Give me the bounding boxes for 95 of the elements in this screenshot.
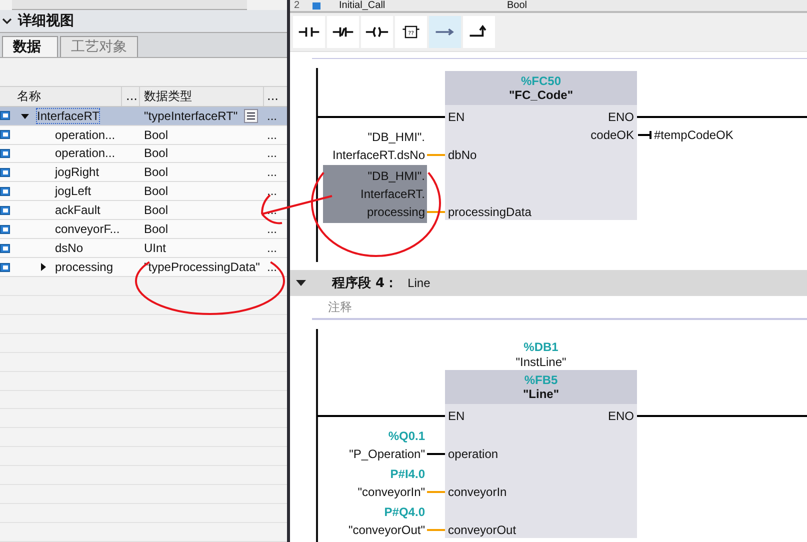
variable-name: InterfaceRT	[37, 108, 100, 123]
panel-title: 详细视图	[18, 12, 74, 30]
row-number: 2	[293, 0, 301, 10]
pin-label: processingData	[448, 204, 532, 221]
no-contact-button[interactable]	[293, 16, 325, 48]
pin-label: codeOK	[590, 127, 634, 144]
operand-text: "conveyorIn"	[358, 484, 425, 501]
table-row[interactable]: conveyorF... Bool ...	[0, 220, 287, 240]
close-branch-button[interactable]	[463, 16, 495, 48]
data-type: UInt	[144, 241, 166, 256]
collapse-triangle-icon[interactable]	[296, 279, 306, 287]
operand-text: InterfaceRT.dsNo	[332, 147, 425, 164]
more-text: ...	[266, 146, 278, 160]
wire	[638, 131, 652, 139]
operand[interactable]: %Q0.1 "P_Operation"	[343, 425, 427, 465]
operand-text: #tempCodeOK	[654, 127, 734, 144]
operand-address: P#I4.0	[390, 466, 425, 483]
horizontal-scrollbar[interactable]	[12, 0, 247, 10]
tab[interactable]: 数据	[2, 36, 58, 57]
table-row[interactable]: dsNo UInt ...	[0, 239, 287, 258]
block-name: "FC_Code"	[508, 88, 574, 102]
data-type: Bool	[144, 203, 168, 218]
more-text: ...	[266, 108, 278, 123]
tag-icon	[312, 2, 321, 10]
table-row[interactable]: InterfaceRT "typeInterfaceRT" ...	[0, 106, 287, 126]
collapse-triangle-icon[interactable]	[21, 112, 29, 120]
block-name: "Line"	[522, 387, 560, 401]
variable-name: dsNo	[55, 241, 84, 256]
instance-name: "InstLine"	[516, 355, 566, 370]
pin-label: ENO	[608, 109, 634, 126]
block-address: %FB5	[524, 373, 558, 387]
instance-address: %DB1	[524, 340, 558, 355]
operand[interactable]: P#I4.0 "conveyorIn"	[352, 463, 427, 503]
data-type: "typeInterfaceRT"	[144, 108, 238, 123]
more-text: ...	[266, 241, 278, 256]
network-header[interactable]: 程序段 4： Line	[290, 270, 807, 296]
pin-label: conveyorIn	[448, 484, 507, 501]
tab[interactable]: 工艺对象	[60, 36, 138, 57]
data-type: Bool	[144, 146, 168, 160]
data-type: Bool	[144, 165, 168, 180]
coil-button[interactable]	[361, 16, 393, 48]
table-row[interactable]: jogLeft Bool ...	[0, 182, 287, 202]
open-branch-button[interactable]	[429, 16, 461, 48]
pin-label: operation	[448, 446, 498, 463]
operand[interactable]: P#Q4.0 "conveyorOut"	[342, 501, 427, 541]
nc-contact-button[interactable]	[327, 16, 359, 48]
operand-text: "conveyorOut"	[348, 522, 425, 539]
pin-label: ENO	[608, 408, 634, 425]
variable-name: operation...	[55, 146, 116, 160]
more-text: ...	[266, 128, 278, 142]
column-header[interactable]: ...	[122, 86, 140, 106]
variable-name: operation...	[55, 128, 116, 142]
annotation-arrow	[261, 194, 333, 224]
more-text: ...	[266, 222, 278, 236]
table-row[interactable]: processing "typeProcessingData" ...	[0, 258, 287, 277]
operand[interactable]: "DB_HMI". InterfaceRT. processing	[323, 165, 427, 223]
coil-icon	[365, 24, 389, 40]
data-type: Bool	[144, 184, 168, 198]
block-address: %FC50	[520, 74, 561, 88]
variable-name: Initial_Call	[338, 0, 386, 10]
column-header[interactable]: 名称	[13, 86, 122, 106]
column-header[interactable]: 数据类型	[140, 86, 264, 106]
variable-name: conveyorF...	[55, 222, 120, 236]
more-text: ...	[266, 165, 278, 180]
column-header[interactable]: ...	[264, 86, 287, 106]
expand-triangle-icon[interactable]	[39, 263, 47, 271]
more-text: ...	[266, 260, 278, 274]
table-row[interactable]: operation... Bool ...	[0, 126, 287, 145]
pin-label: EN	[448, 109, 465, 126]
variable-name: ackFault	[55, 203, 100, 218]
operand-text: processing	[366, 204, 425, 221]
pin-label: conveyorOut	[448, 522, 516, 539]
operand-text: "P_Operation"	[349, 446, 425, 463]
operand-address: P#Q4.0	[384, 504, 425, 521]
operand-text: "DB_HMI".	[368, 168, 425, 185]
data-type: Bool	[144, 128, 168, 142]
operand[interactable]: "DB_HMI". InterfaceRT.dsNo	[326, 126, 427, 166]
data-type: Bool	[144, 222, 168, 236]
operand-address: %Q0.1	[388, 428, 425, 445]
network-name: Line	[408, 276, 430, 290]
data-type: Bool	[506, 0, 528, 10]
variable-name: jogRight	[55, 165, 100, 180]
pin-label: EN	[448, 408, 465, 425]
operand-text: "DB_HMI".	[368, 129, 425, 146]
data-type: "typeProcessingData"	[144, 260, 260, 274]
list-icon[interactable]	[244, 108, 258, 123]
variable-name: processing	[55, 260, 114, 274]
more-text: ...	[266, 184, 278, 198]
chevron-down-icon[interactable]	[2, 16, 12, 25]
network-title: 程序段 4：	[332, 274, 398, 292]
table-row[interactable]: jogRight Bool ...	[0, 163, 287, 182]
operand-text: InterfaceRT.	[360, 186, 425, 203]
variable-name: jogLeft	[55, 184, 92, 198]
pin-label: dbNo	[448, 147, 477, 164]
table-row[interactable]: operation... Bool ...	[0, 144, 287, 164]
